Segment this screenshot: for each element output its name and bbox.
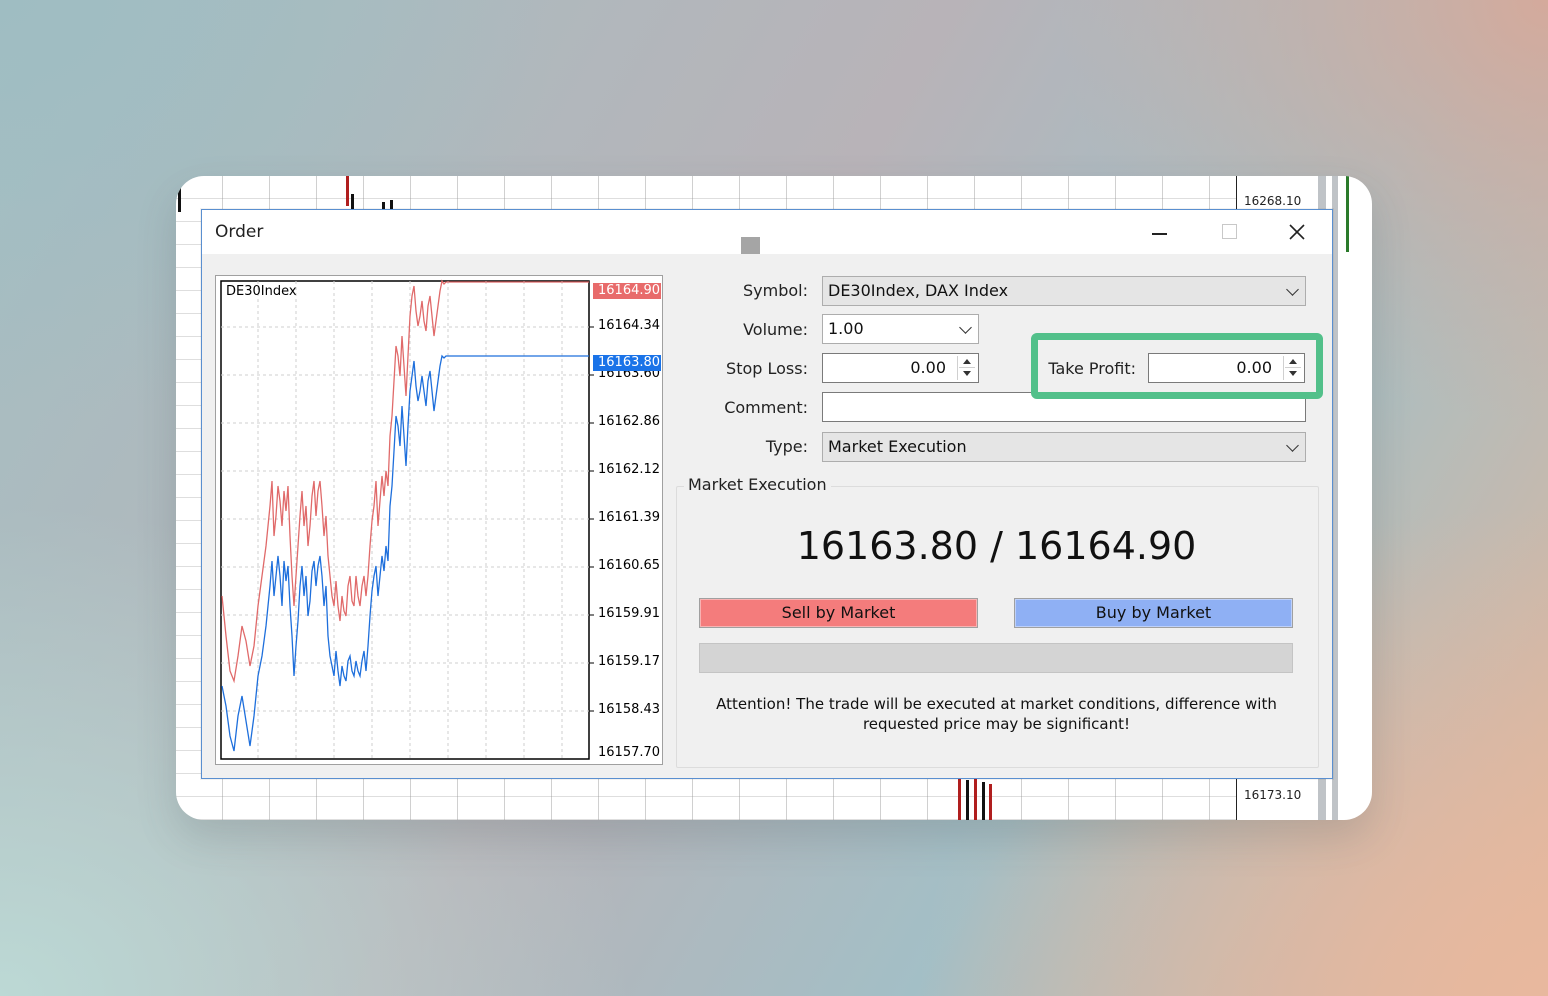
buy-by-market-button[interactable]: Buy by Market — [1014, 598, 1293, 628]
tick-chart-plot — [220, 279, 594, 760]
price-tick: 16159.91 — [598, 606, 661, 621]
price-tick: 16157.70 — [598, 745, 661, 760]
market-execution-group-title: Market Execution — [684, 475, 831, 494]
type-select-value: Market Execution — [828, 437, 967, 456]
chart-symbol-label: DE30Index — [226, 284, 297, 299]
maximize-icon — [1222, 224, 1237, 239]
attention-line-1: Attention! The trade will be executed at… — [716, 695, 1277, 713]
price-tick: 16161.39 — [598, 510, 661, 525]
price-tick: 16162.12 — [598, 462, 661, 477]
background-candle — [1346, 176, 1349, 252]
stop-loss-label: Stop Loss: — [726, 359, 808, 378]
background-candle — [178, 186, 181, 212]
comment-label: Comment: — [724, 398, 808, 417]
chevron-down-icon — [959, 321, 972, 334]
background-price-bottom: 16173.10 — [1244, 788, 1302, 802]
close-icon — [1289, 224, 1305, 240]
volume-select-value: 1.00 — [828, 319, 864, 338]
spin-up-icon[interactable] — [963, 359, 971, 364]
bid-ask-display: 16163.80 / 16164.90 — [796, 524, 1197, 568]
background-candle — [958, 778, 961, 820]
stepper-divider — [959, 367, 975, 368]
maximize-button[interactable] — [1210, 218, 1246, 246]
background-candle — [974, 776, 977, 820]
minimize-icon — [1152, 233, 1167, 235]
order-dialog: Order DE30Index 16164.34 16163.60 16162.… — [201, 209, 1333, 779]
type-label: Type: — [765, 437, 808, 456]
stop-loss-stepper[interactable] — [957, 356, 976, 380]
price-tick: 16162.86 — [598, 414, 661, 429]
spin-down-icon[interactable] — [963, 371, 971, 376]
price-tick: 16164.34 — [598, 318, 661, 333]
attention-message: Attention! The trade will be executed at… — [676, 694, 1317, 734]
bid-price-tag: 16163.80 — [593, 355, 661, 371]
stop-loss-input[interactable]: 0.00 — [822, 353, 979, 383]
chevron-down-icon — [1286, 283, 1299, 296]
attention-line-2: requested price may be significant! — [862, 715, 1131, 733]
background-candle — [346, 176, 349, 206]
volume-label: Volume: — [743, 320, 808, 339]
background-candle — [966, 780, 969, 820]
ask-price-tag: 16164.90 — [593, 283, 661, 299]
tick-chart: DE30Index 16164.34 16163.60 16162.86 161… — [215, 275, 663, 765]
background-candle — [989, 784, 992, 820]
sell-by-market-button[interactable]: Sell by Market — [699, 598, 978, 628]
background-candle — [982, 782, 985, 820]
drag-handle[interactable] — [741, 237, 760, 254]
stop-loss-value: 0.00 — [910, 358, 946, 377]
background-candle — [351, 194, 354, 210]
background-price-top: 16268.10 — [1244, 194, 1302, 208]
take-profit-highlight — [1031, 333, 1323, 399]
price-tick: 16159.17 — [598, 654, 661, 669]
price-tick: 16160.65 — [598, 558, 661, 573]
chevron-down-icon — [1286, 439, 1299, 452]
window-title: Order — [215, 222, 264, 242]
type-select[interactable]: Market Execution — [822, 432, 1306, 462]
symbol-select-value: DE30Index, DAX Index — [828, 281, 1009, 300]
close-button[interactable] — [1279, 218, 1315, 246]
title-bar[interactable]: Order — [202, 210, 1332, 254]
minimize-button[interactable] — [1142, 218, 1178, 246]
execution-progress-bar — [699, 643, 1293, 673]
symbol-label: Symbol: — [743, 281, 808, 300]
price-tick: 16158.43 — [598, 702, 661, 717]
volume-select[interactable]: 1.00 — [822, 314, 979, 344]
symbol-select[interactable]: DE30Index, DAX Index — [822, 276, 1306, 306]
